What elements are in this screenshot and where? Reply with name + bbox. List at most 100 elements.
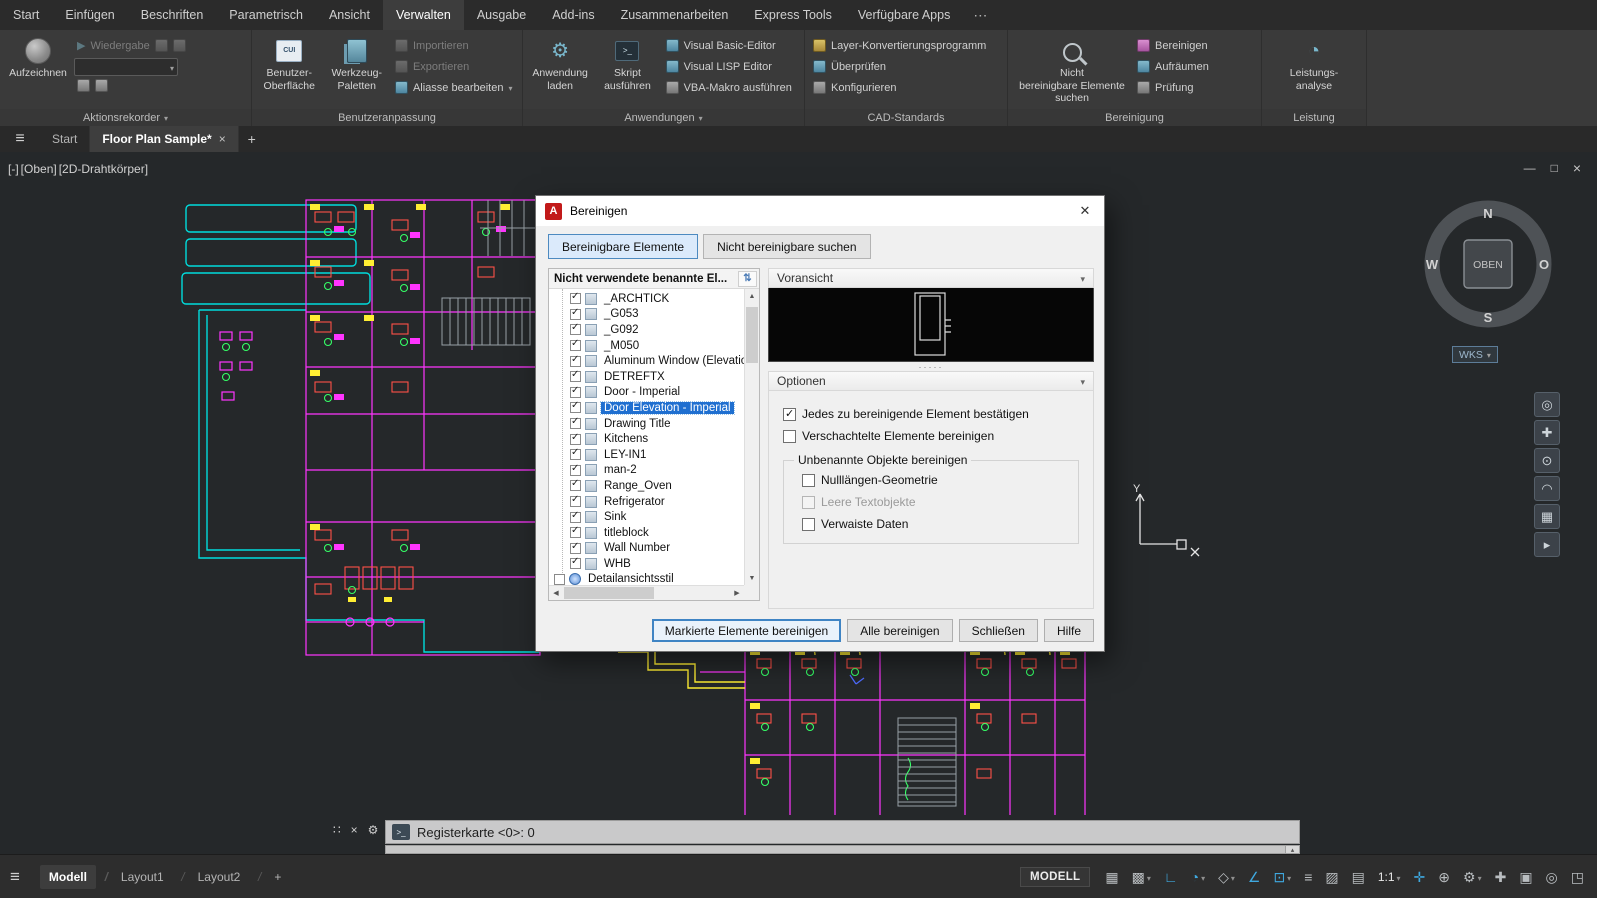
panel-title-benutzeranpassung[interactable]: Benutzeranpassung [252,109,522,126]
annotation-scale-label[interactable]: 1:1 [1375,866,1404,888]
file-tabs-menu-icon[interactable]: ≡ [0,126,40,152]
checkbox[interactable] [783,429,796,443]
preview-section-header[interactable]: Voransicht [768,268,1094,288]
visual-lisp-editor-button[interactable]: Visual LISP Editor [663,56,799,77]
viewcube[interactable]: N W O S OBEN [1418,192,1558,342]
option-row[interactable]: Nulllängen-Geometrie [794,469,1068,491]
restore-icon[interactable] [1551,161,1558,175]
command-history-scrollbar[interactable] [385,845,1300,854]
viewcube-north-label[interactable]: N [1483,206,1492,221]
viewcube-south-label[interactable]: S [1484,310,1493,325]
viewcube-east-label[interactable]: O [1539,257,1549,272]
ribbon-tab-verfuegbare-apps[interactable]: Verfügbare Apps [845,0,963,30]
dialog-titlebar[interactable]: A Bereinigen [536,196,1104,226]
command-line[interactable]: Registerkarte <0>: 0 [385,820,1300,844]
scroll-up-icon[interactable] [1285,846,1299,853]
workspace-gear-icon[interactable]: ⚙ [1460,866,1485,888]
panel-title-anwendungen[interactable]: Anwendungen [523,109,804,126]
tree-item[interactable]: _M050 [549,338,744,354]
panel-title-leistung[interactable]: Leistung [1262,109,1366,126]
ribbon-tab-start[interactable]: Start [0,0,52,30]
showmotion-icon[interactable]: ▸ [1534,532,1560,557]
file-tab-start[interactable]: Start [40,126,91,152]
tree-item-checkbox[interactable] [570,416,581,430]
tree-item[interactable]: Drawing Title [549,416,744,432]
tree-item[interactable]: _G092 [549,322,744,338]
purgeable-items-tree[interactable]: _ARCHTICK _G053 _G092 _M050 Aluminum [549,289,744,585]
audit-button[interactable]: Prüfung [1134,77,1229,98]
new-drawing-tab-button[interactable]: + [239,126,265,152]
tree-item-checkbox[interactable] [570,291,581,305]
layout-tab-modell[interactable]: Modell [39,864,108,889]
manage-action-macros-icon[interactable] [95,79,108,92]
tree-item[interactable]: Kitchens [549,431,744,447]
polar-tracking-icon[interactable]: ◔ [1188,866,1208,888]
viewcube-west-label[interactable]: W [1426,257,1439,272]
tree-item-checkbox[interactable] [570,322,581,336]
close-icon[interactable] [1066,196,1104,226]
option-row[interactable]: Verschachtelte Elemente bereinigen [783,425,1079,447]
tree-item[interactable]: Sink [549,509,744,525]
tree-item-checkbox[interactable] [554,573,565,585]
tree-item[interactable]: titleblock [549,525,744,541]
cui-button[interactable]: CUI Benutzer- Oberfläche [257,33,321,109]
scroll-right-icon[interactable]: ▶ [730,586,744,600]
orbit-icon[interactable]: ◠ [1534,476,1560,501]
menu-icon[interactable]: ≡ [10,867,20,887]
minimize-icon[interactable] [1524,161,1536,175]
osnap-icon[interactable]: ⊡ [1270,866,1294,888]
scroll-left-icon[interactable]: ◀ [549,586,563,600]
option-row[interactable]: Jedes zu bereinigende Element bestätigen [783,403,1079,425]
ribbon-tab-zusammenarbeiten[interactable]: Zusammenarbeiten [608,0,742,30]
tree-item-checkbox[interactable] [570,556,581,570]
close-button[interactable]: Schließen [958,619,1038,642]
tree-item[interactable]: Aluminum Window (Elevation [549,353,744,369]
tree-item-checkbox[interactable] [570,369,581,383]
ribbon-tab-ansicht[interactable]: Ansicht [316,0,383,30]
checkbox[interactable] [802,473,815,487]
ribbon-tab-verwalten[interactable]: Verwalten [382,0,464,30]
isodraft-icon[interactable]: ◇ [1215,866,1238,888]
panel-title-aktionsrekorder[interactable]: Aktionsrekorder [0,109,251,126]
configure-standards-button[interactable]: Konfigurieren [810,77,1002,98]
tree-item-checkbox[interactable] [570,463,581,476]
vertical-scrollbar[interactable]: ▲ ▼ [744,289,759,585]
scroll-down-icon[interactable]: ▼ [745,571,759,585]
ribbon-tab-parametrisch[interactable]: Parametrisch [216,0,316,30]
layout-tab-layout1[interactable]: Layout1 [112,865,184,889]
lineweight-icon[interactable]: ≡ [1301,868,1315,886]
scrollbar-thumb[interactable] [746,307,758,363]
ribbon-tab-beschriften[interactable]: Beschriften [128,0,217,30]
layer-translator-button[interactable]: Layer-Konvertierungsprogramm [810,35,1002,56]
tree-item-checkbox[interactable] [570,338,581,352]
tree-item[interactable]: _G053 [549,307,744,323]
purge-checked-items-button[interactable]: Markierte Elemente bereinigen [651,619,842,642]
clean-screen-icon[interactable]: ◳ [1568,868,1587,886]
viewport-menu-control[interactable]: [-] [8,162,19,176]
view-control[interactable]: [Oben] [21,162,57,176]
annotation-monitor-icon[interactable]: ✚ [1492,868,1510,886]
model-space-button[interactable]: MODELL [1020,866,1091,887]
tree-header[interactable]: Nicht verwendete benannte El... [549,269,759,289]
tree-item-checkbox[interactable] [570,400,581,414]
checkbox[interactable] [802,495,815,509]
insert-message-icon[interactable] [154,39,168,52]
autoscale-icon[interactable]: ⊕ [1435,868,1453,886]
ribbon-tab-addins[interactable]: Add-ins [539,0,607,30]
vba-macro-button[interactable]: VBA-Makro ausführen [663,77,799,98]
tree-item-checkbox[interactable] [570,478,581,492]
ortho-icon[interactable]: ∟ [1161,868,1181,886]
panel-title-cad-standards[interactable]: CAD-Standards [805,109,1007,126]
tree-item[interactable]: WHB [549,556,744,572]
purge-all-button[interactable]: Alle bereinigen [847,619,953,642]
tree-item-checkbox[interactable] [570,447,581,461]
command-prompt-text[interactable]: Registerkarte <0>: 0 [417,825,535,840]
tree-item[interactable]: Refrigerator [549,494,744,510]
sort-icon[interactable] [738,270,757,287]
ribbon-overflow-icon[interactable]: ⋯ [963,0,997,30]
wcs-dropdown[interactable]: WKS [1452,346,1498,363]
isolate-objects-icon[interactable]: ◎ [1543,868,1561,886]
command-customize-icon[interactable]: ⚙ [368,823,379,837]
ribbon-tab-einfuegen[interactable]: Einfügen [52,0,127,30]
tool-palettes-button[interactable]: Werkzeug- Paletten [324,33,388,109]
